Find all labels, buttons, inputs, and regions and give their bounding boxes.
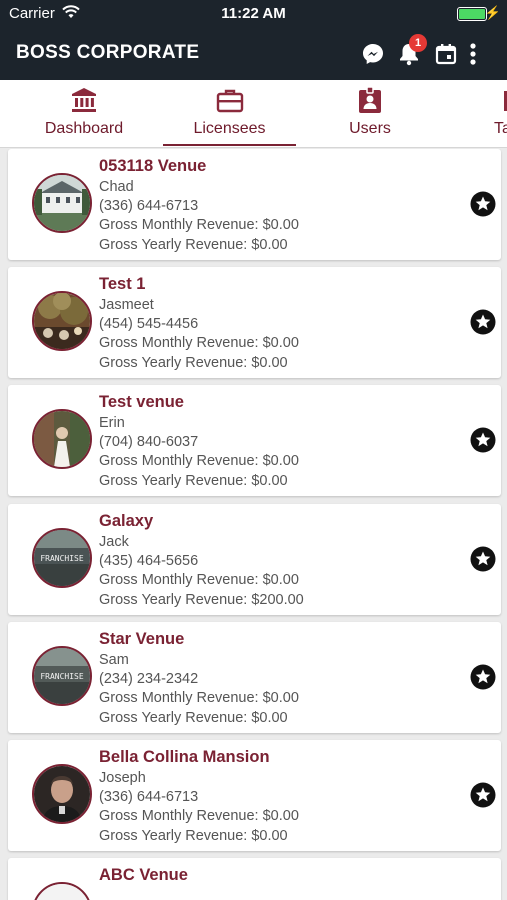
tab-dashboard[interactable]: Dashboard [19, 80, 149, 147]
tab-label: Ta [494, 120, 507, 137]
venue-avatar [32, 173, 92, 233]
tab-licensees[interactable]: Licensees [163, 80, 296, 147]
status-bar: Carrier 11:22 AM ⚡ [0, 0, 507, 28]
calendar-icon[interactable] [432, 40, 460, 68]
licensee-card[interactable]: FRANCHISE Star Venue Sam (234) 234-2342 … [8, 622, 501, 733]
licensee-monthly-revenue: Gross Monthly Revenue: $0.00 [99, 690, 299, 706]
person-avatar [32, 764, 92, 824]
star-icon[interactable] [470, 782, 496, 808]
badge-icon [357, 86, 383, 114]
avatar-text: FRANCHISE [40, 672, 84, 681]
star-icon[interactable] [470, 309, 496, 335]
messenger-icon[interactable] [359, 40, 387, 68]
licensee-contact: Erin [99, 415, 125, 431]
tab-label: Users [349, 120, 391, 137]
licensee-contact: Jasmeet [99, 297, 154, 313]
tab-users[interactable]: Users [305, 80, 435, 147]
licensee-card[interactable]: 053118 Venue Chad (336) 644-6713 Gross M… [8, 149, 501, 260]
licensee-name: Galaxy [99, 512, 154, 530]
star-icon[interactable] [470, 546, 496, 572]
star-icon[interactable] [470, 191, 496, 217]
active-tab-indicator [163, 144, 296, 146]
licensee-yearly-revenue: Gross Yearly Revenue: $0.00 [99, 710, 288, 726]
licensee-contact: Sam [99, 652, 129, 668]
licensee-phone[interactable]: (336) 644-6713 [99, 789, 198, 805]
licensee-yearly-revenue: Gross Yearly Revenue: $200.00 [99, 592, 304, 608]
licensee-name: Star Venue [99, 630, 185, 648]
venue-avatar [32, 291, 92, 351]
venue-avatar: FRANCHISE [32, 528, 92, 588]
licensee-name: ABC Venue [99, 866, 188, 884]
tab-icon [502, 86, 507, 114]
licensee-yearly-revenue: Gross Yearly Revenue: $0.00 [99, 355, 288, 371]
licensee-contact: Jack [99, 534, 129, 550]
licensee-phone[interactable]: (234) 234-2342 [99, 671, 198, 687]
licensee-contact: Chad [99, 179, 134, 195]
venue-avatar: FRANCHISE [32, 646, 92, 706]
licensee-monthly-revenue: Gross Monthly Revenue: $0.00 [99, 217, 299, 233]
licensee-name: 053118 Venue [99, 157, 207, 175]
star-icon[interactable] [470, 427, 496, 453]
licensee-name: Test venue [99, 393, 184, 411]
app-title: BOSS CORPORATE [16, 42, 200, 63]
licensee-monthly-revenue: Gross Monthly Revenue: $0.00 [99, 335, 299, 351]
bank-icon [70, 86, 98, 114]
licensee-contact: Joseph [99, 770, 146, 786]
charging-icon: ⚡ [484, 5, 501, 20]
licensee-name: Bella Collina Mansion [99, 748, 270, 766]
avatar-text: FRANCHISE [40, 554, 84, 563]
licensee-phone[interactable]: (704) 840-6037 [99, 434, 198, 450]
licensee-phone[interactable]: (454) 545-4456 [99, 316, 198, 332]
licensee-monthly-revenue: Gross Monthly Revenue: $0.00 [99, 572, 299, 588]
licensee-monthly-revenue: Gross Monthly Revenue: $0.00 [99, 453, 299, 469]
clock: 11:22 AM [221, 5, 286, 22]
star-icon[interactable] [470, 664, 496, 690]
tab-bar: Dashboard Licensees Users Ta [0, 80, 507, 148]
licensee-card[interactable]: Bella Collina Mansion Joseph (336) 644-6… [8, 740, 501, 851]
more-vert-icon[interactable] [459, 40, 487, 68]
app-bar: BOSS CORPORATE 1 [0, 28, 507, 80]
venue-avatar [32, 882, 92, 900]
licensee-card[interactable]: Test venue Erin (704) 840-6037 Gross Mon… [8, 385, 501, 496]
licensee-yearly-revenue: Gross Yearly Revenue: $0.00 [99, 473, 288, 489]
venue-avatar [32, 409, 92, 469]
licensee-phone[interactable]: (336) 644-6713 [99, 198, 198, 214]
licensee-yearly-revenue: Gross Yearly Revenue: $0.00 [99, 828, 288, 844]
tab-label: Dashboard [44, 120, 124, 137]
licensee-card[interactable]: ABC Venue [8, 858, 501, 900]
notification-badge: 1 [409, 34, 427, 52]
licensee-list[interactable]: 053118 Venue Chad (336) 644-6713 Gross M… [0, 149, 507, 900]
licensee-card[interactable]: FRANCHISE Galaxy Jack (435) 464-5656 Gro… [8, 504, 501, 615]
licensee-yearly-revenue: Gross Yearly Revenue: $0.00 [99, 237, 288, 253]
licensee-name: Test 1 [99, 275, 146, 293]
battery-icon [457, 7, 487, 21]
briefcase-icon [216, 86, 244, 114]
tab-label: Licensees [193, 120, 266, 137]
licensee-phone[interactable]: (435) 464-5656 [99, 553, 198, 569]
licensee-monthly-revenue: Gross Monthly Revenue: $0.00 [99, 808, 299, 824]
tab-partial[interactable]: Ta [460, 80, 507, 147]
licensee-card[interactable]: Test 1 Jasmeet (454) 545-4456 Gross Mont… [8, 267, 501, 378]
